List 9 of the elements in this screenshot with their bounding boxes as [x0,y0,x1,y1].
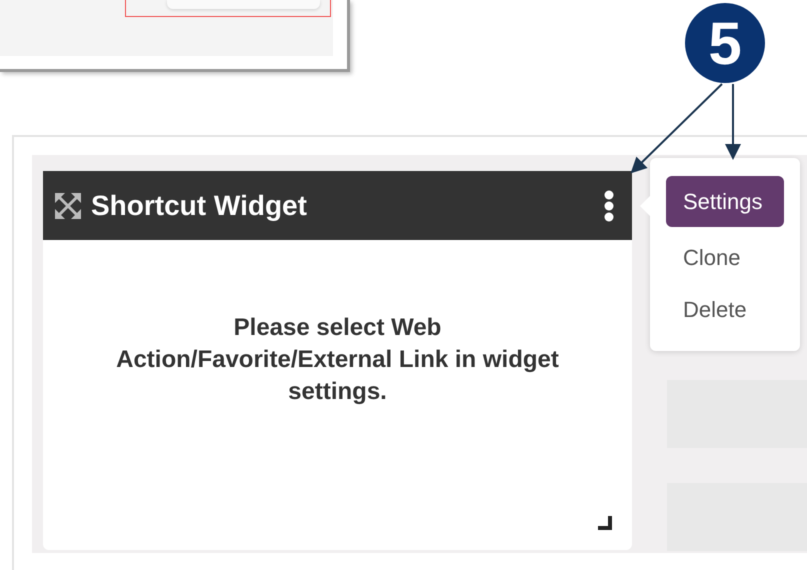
kebab-menu-icon[interactable] [604,190,614,222]
empty-state-message: Please select Web Action/Favorite/External Link in widget settings. [115,313,560,407]
step-number-badge: 5 [685,3,765,83]
menu-item[interactable]: Settings [666,176,784,227]
menu-item[interactable]: Delete [666,289,784,331]
move-arrows-icon[interactable] [53,190,83,220]
widget-title: Shortcut Widget [91,190,308,222]
resize-handle-icon[interactable] [598,516,614,532]
menu-item[interactable]: Clone [666,237,784,279]
